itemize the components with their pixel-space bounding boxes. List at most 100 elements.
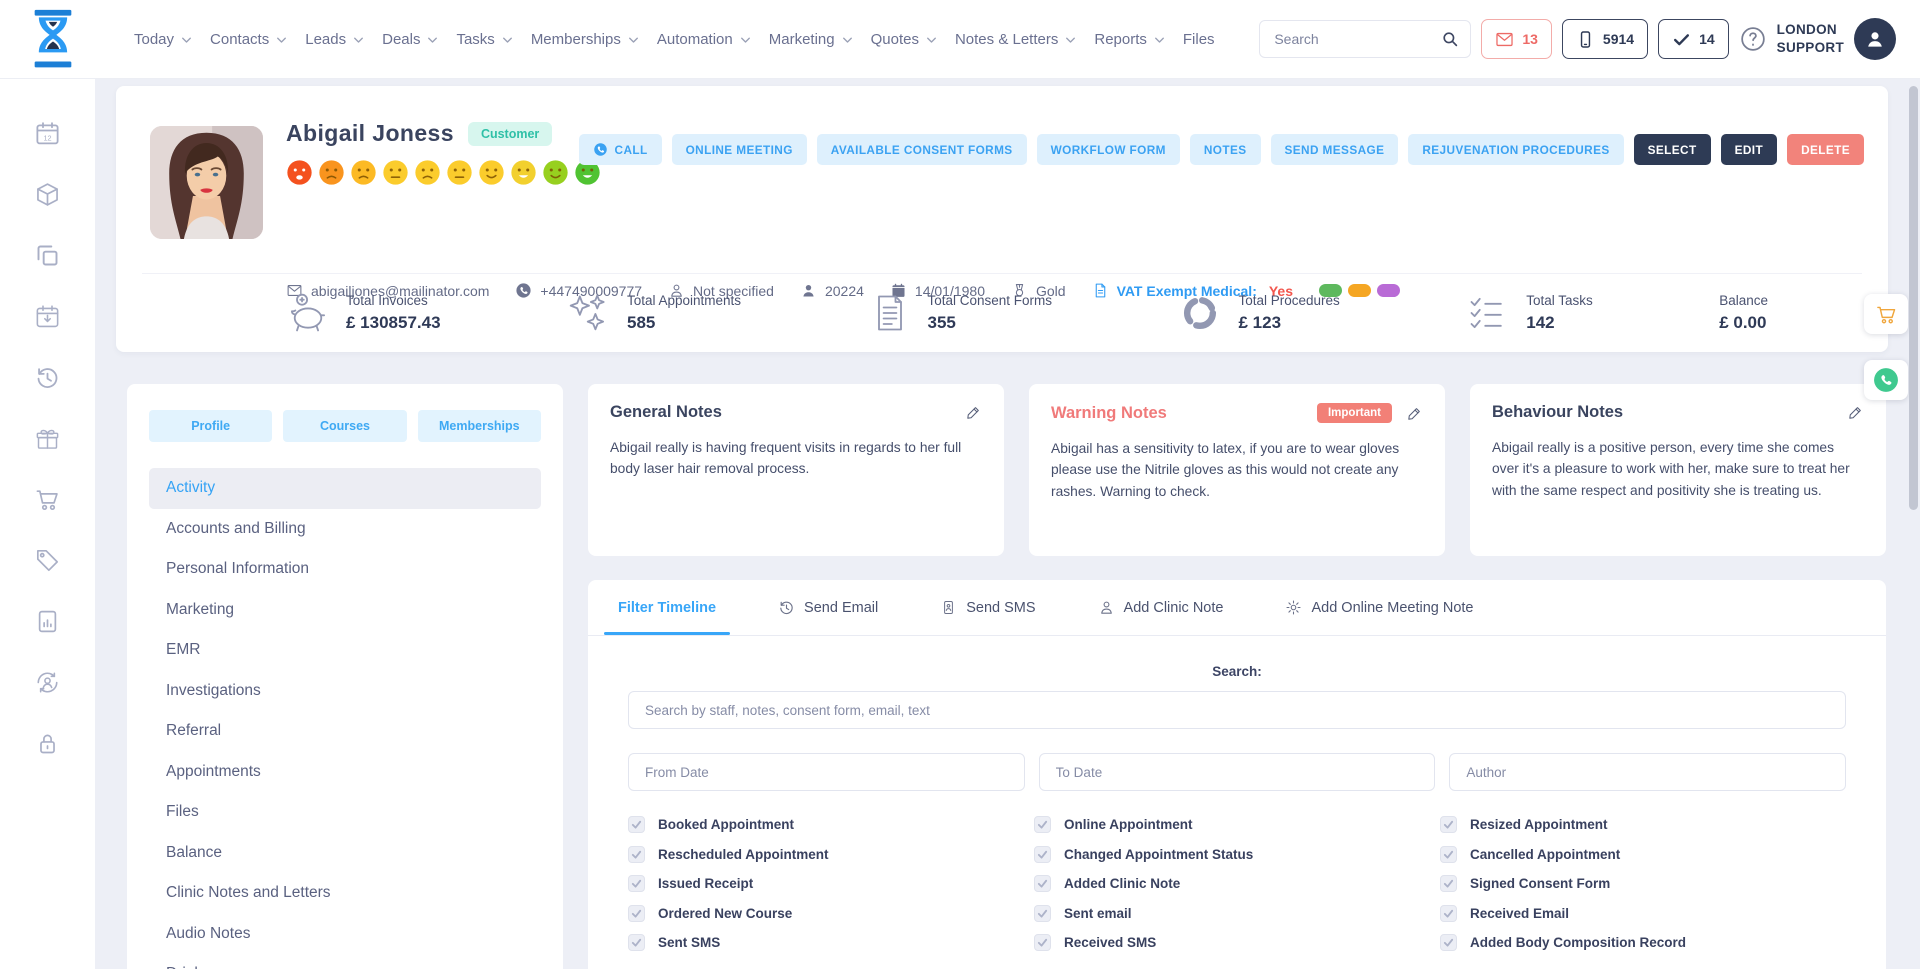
checkbox[interactable] [1440, 934, 1457, 951]
sidebar-item-personal-information[interactable]: Personal Information [149, 549, 541, 590]
nav-item-automation[interactable]: Automation [657, 31, 751, 48]
customer-photo[interactable] [150, 126, 263, 239]
filter-check-sent-email[interactable]: Sent email [1034, 905, 1440, 922]
checkbox[interactable] [1440, 816, 1457, 833]
filter-check-cancelled-appointment[interactable]: Cancelled Appointment [1440, 846, 1846, 863]
workflow-form-button[interactable]: WORKFLOW FORM [1037, 134, 1180, 165]
nav-item-marketing[interactable]: Marketing [769, 31, 853, 48]
rail-lock-icon[interactable] [34, 730, 61, 757]
sidebar-item-activity[interactable]: Activity [149, 468, 541, 509]
page-scrollbar[interactable] [1909, 86, 1918, 510]
tab-filter-timeline[interactable]: Filter Timeline [618, 580, 716, 635]
online-meeting-button[interactable]: ONLINE MEETING [672, 134, 807, 165]
nav-item-files[interactable]: Files [1183, 31, 1215, 48]
phone-button[interactable]: 5914 [1562, 19, 1648, 59]
tab-send-email[interactable]: Send Email [778, 580, 878, 635]
checkbox[interactable] [1034, 875, 1051, 892]
mood-emoji-4[interactable] [382, 159, 409, 186]
select-button[interactable]: SELECT [1634, 134, 1711, 165]
filter-check-signed-consent-form[interactable]: Signed Consent Form [1440, 875, 1846, 892]
tab-add-online-meeting-note[interactable]: Add Online Meeting Note [1285, 580, 1473, 635]
from-date-input[interactable] [628, 753, 1025, 791]
tab-add-clinic-note[interactable]: Add Clinic Note [1098, 580, 1224, 635]
profile-tab-memberships[interactable]: Memberships [418, 410, 541, 442]
rail-history-icon[interactable] [34, 364, 61, 391]
sidebar-item-drinks[interactable]: Drinks [149, 954, 541, 969]
profile-tab-courses[interactable]: Courses [283, 410, 406, 442]
to-date-input[interactable] [1039, 753, 1436, 791]
nav-item-notes-letters[interactable]: Notes & Letters [955, 31, 1076, 48]
profile-tab-profile[interactable]: Profile [149, 410, 272, 442]
filter-check-issued-receipt[interactable]: Issued Receipt [628, 875, 1034, 892]
checkbox[interactable] [1034, 905, 1051, 922]
search-icon[interactable] [1430, 21, 1470, 57]
edit-button[interactable]: EDIT [1721, 134, 1777, 165]
tab-send-sms[interactable]: Send SMS [940, 580, 1035, 635]
filter-check-received-sms[interactable]: Received SMS [1034, 934, 1440, 951]
checkbox[interactable] [628, 846, 645, 863]
edit-pencil-icon[interactable] [1406, 405, 1423, 422]
rejuvenation-procedures-button[interactable]: REJUVENATION PROCEDURES [1408, 134, 1623, 165]
mood-emoji-8[interactable] [510, 159, 537, 186]
sidebar-item-investigations[interactable]: Investigations [149, 671, 541, 712]
nav-item-leads[interactable]: Leads [305, 31, 364, 48]
checkbox[interactable] [1440, 875, 1457, 892]
delete-button[interactable]: DELETE [1787, 134, 1864, 165]
mood-emoji-1[interactable] [286, 159, 313, 186]
sidebar-item-appointments[interactable]: Appointments [149, 752, 541, 793]
send-message-button[interactable]: SEND MESSAGE [1271, 134, 1399, 165]
filter-check-added-clinic-note[interactable]: Added Clinic Note [1034, 875, 1440, 892]
rail-calendar-import-icon[interactable] [34, 303, 61, 330]
floating-cart-button[interactable] [1864, 294, 1908, 334]
nav-item-reports[interactable]: Reports [1094, 31, 1165, 48]
filter-check-sent-sms[interactable]: Sent SMS [628, 934, 1034, 951]
nav-item-memberships[interactable]: Memberships [531, 31, 639, 48]
filter-check-changed-appointment-status[interactable]: Changed Appointment Status [1034, 846, 1440, 863]
checkbox[interactable] [628, 934, 645, 951]
notes-button[interactable]: NOTES [1190, 134, 1261, 165]
sidebar-item-balance[interactable]: Balance [149, 833, 541, 874]
rail-report-icon[interactable] [34, 608, 61, 635]
rail-package-icon[interactable] [34, 181, 61, 208]
timeline-search-input[interactable] [628, 691, 1846, 729]
mood-emoji-9[interactable] [542, 159, 569, 186]
nav-item-quotes[interactable]: Quotes [871, 31, 937, 48]
sidebar-item-files[interactable]: Files [149, 792, 541, 833]
sidebar-item-emr[interactable]: EMR [149, 630, 541, 671]
sidebar-item-marketing[interactable]: Marketing [149, 590, 541, 631]
mood-emoji-5[interactable] [414, 159, 441, 186]
sidebar-item-audio-notes[interactable]: Audio Notes [149, 914, 541, 955]
edit-pencil-icon[interactable] [965, 404, 982, 421]
sidebar-item-clinic-notes-and-letters[interactable]: Clinic Notes and Letters [149, 873, 541, 914]
rail-cart-icon[interactable] [34, 486, 61, 513]
nav-item-deals[interactable]: Deals [382, 31, 438, 48]
rail-user-sync-icon[interactable] [34, 669, 61, 696]
checkbox[interactable] [1034, 846, 1051, 863]
nav-item-contacts[interactable]: Contacts [210, 31, 287, 48]
mood-emoji-3[interactable] [350, 159, 377, 186]
checkbox[interactable] [628, 816, 645, 833]
filter-check-received-email[interactable]: Received Email [1440, 905, 1846, 922]
search-input[interactable] [1260, 31, 1430, 47]
available-consent-forms-button[interactable]: AVAILABLE CONSENT FORMS [817, 134, 1027, 165]
checkbox[interactable] [1034, 816, 1051, 833]
filter-check-rescheduled-appointment[interactable]: Rescheduled Appointment [628, 846, 1034, 863]
user-avatar[interactable] [1854, 18, 1896, 60]
checkbox[interactable] [628, 905, 645, 922]
filter-check-resized-appointment[interactable]: Resized Appointment [1440, 816, 1846, 833]
rail-gift-icon[interactable] [34, 425, 61, 452]
checkbox[interactable] [1440, 905, 1457, 922]
mood-emoji-6[interactable] [446, 159, 473, 186]
sidebar-item-referral[interactable]: Referral [149, 711, 541, 752]
mood-emoji-7[interactable] [478, 159, 505, 186]
floating-call-button[interactable] [1864, 360, 1908, 400]
filter-check-online-appointment[interactable]: Online Appointment [1034, 816, 1440, 833]
rail-tag-icon[interactable] [34, 547, 61, 574]
tasks-button[interactable]: 14 [1658, 19, 1729, 59]
author-input[interactable] [1449, 753, 1846, 791]
checkbox[interactable] [628, 875, 645, 892]
nav-item-today[interactable]: Today [134, 31, 192, 48]
filter-check-booked-appointment[interactable]: Booked Appointment [628, 816, 1034, 833]
sidebar-item-accounts-and-billing[interactable]: Accounts and Billing [149, 509, 541, 550]
checkbox[interactable] [1034, 934, 1051, 951]
